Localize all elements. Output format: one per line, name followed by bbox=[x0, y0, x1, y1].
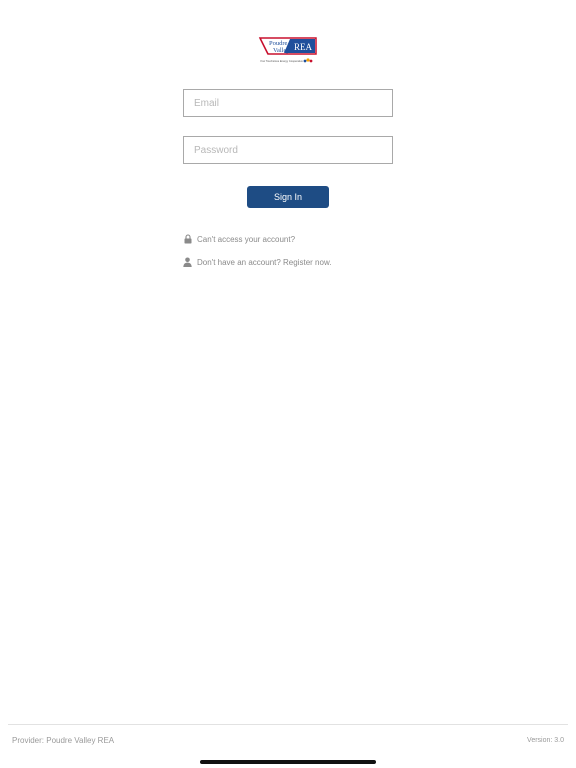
register-now-label: Don't have an account? Register now. bbox=[197, 257, 332, 267]
cant-access-account-label: Can't access your account? bbox=[197, 234, 296, 244]
logo-tagline: Your Touchstone Energy Cooperative bbox=[260, 59, 303, 63]
email-field[interactable] bbox=[183, 89, 393, 117]
password-field[interactable] bbox=[183, 136, 393, 164]
company-logo: Poudre Valley REA Your Touchstone Energy… bbox=[258, 34, 318, 66]
version-text: Version: 3.0 bbox=[527, 737, 564, 744]
cant-access-account-link[interactable]: Can't access your account? bbox=[183, 233, 295, 245]
lock-icon bbox=[183, 234, 192, 244]
company-logo-graphic: Poudre Valley REA Your Touchstone Energy… bbox=[258, 37, 317, 63]
provider-text: Provider: Poudre Valley REA bbox=[12, 736, 115, 745]
home-indicator[interactable] bbox=[200, 760, 376, 764]
register-now-link[interactable]: Don't have an account? Register now. bbox=[183, 256, 332, 268]
logo-monogram: REA bbox=[294, 42, 313, 52]
footer-divider bbox=[8, 724, 568, 725]
sign-in-button[interactable]: Sign In bbox=[247, 186, 329, 208]
person-icon bbox=[183, 257, 192, 267]
logo-name-line1: Poudre bbox=[269, 40, 288, 47]
logo-name-line2: Valley bbox=[273, 47, 290, 54]
